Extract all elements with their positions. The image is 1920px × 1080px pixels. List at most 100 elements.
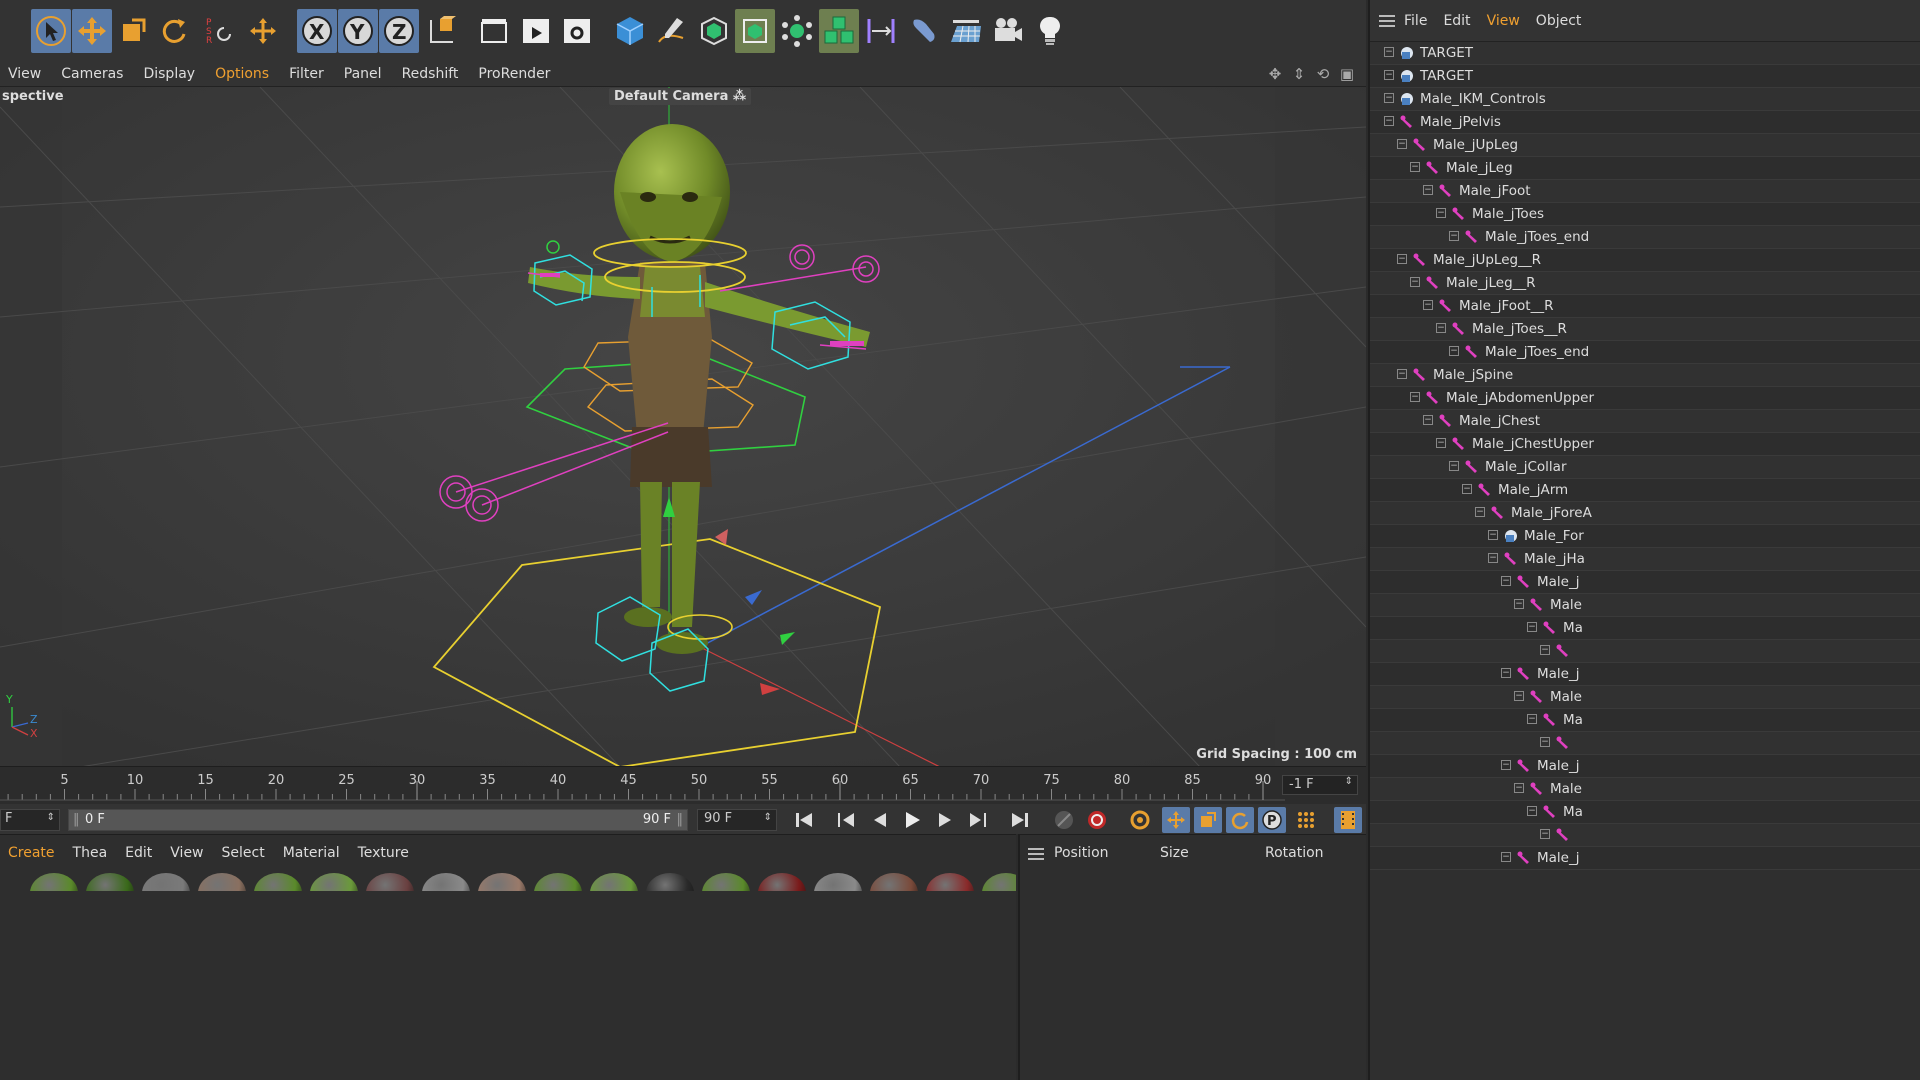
key-rotation-icon[interactable]: [1226, 807, 1254, 833]
expand-toggle-icon[interactable]: −: [1384, 93, 1394, 103]
psr-tool-icon[interactable]: PSR: [199, 9, 239, 53]
mm-menu-material[interactable]: Material: [283, 845, 340, 861]
deformer-icon[interactable]: [777, 9, 817, 53]
view-name-label[interactable]: spective: [2, 89, 64, 104]
expand-toggle-icon[interactable]: −: [1449, 461, 1459, 471]
material-swatch[interactable]: [254, 873, 302, 891]
zoom-view-icon[interactable]: ⇕: [1290, 65, 1308, 83]
next-key-icon[interactable]: [964, 807, 992, 833]
end-frame-field[interactable]: 90 F ⇕: [697, 809, 777, 831]
viewport-menu-view[interactable]: View: [8, 66, 53, 82]
record-disabled-icon[interactable]: [1050, 807, 1078, 833]
tree-row[interactable]: − Male_For: [1370, 525, 1920, 548]
go-to-end-icon[interactable]: [1006, 807, 1034, 833]
expand-toggle-icon[interactable]: −: [1540, 645, 1550, 655]
tree-row[interactable]: − Male_jArm: [1370, 479, 1920, 502]
timeline-ruler[interactable]: 5 10 15 20 25 30 35 40 45 50 55 60 65 70 75 80 85 90 -1 F…: [0, 766, 1366, 804]
mm-menu-thea[interactable]: Thea: [73, 845, 108, 861]
field-icon[interactable]: [861, 9, 901, 53]
coordinate-system-icon[interactable]: [422, 9, 462, 53]
expand-toggle-icon[interactable]: −: [1488, 530, 1498, 540]
tree-row[interactable]: − Male_jToes_end: [1370, 341, 1920, 364]
3d-viewport[interactable]: Y Z X spective Default Camera ⁂ Grid Spa…: [0, 86, 1366, 766]
tree-row[interactable]: − Male_jPelvis: [1370, 111, 1920, 134]
tree-row[interactable]: − Male_jHa: [1370, 548, 1920, 571]
hamburger-menu-icon[interactable]: [1028, 848, 1052, 860]
mm-menu-edit[interactable]: Edit: [125, 845, 152, 861]
tree-row[interactable]: − Male_jCollar: [1370, 456, 1920, 479]
camera-label[interactable]: Default Camera ⁂: [609, 88, 752, 105]
material-swatch[interactable]: [590, 873, 638, 891]
om-menu-view[interactable]: View: [1487, 13, 1520, 29]
expand-toggle-icon[interactable]: −: [1462, 484, 1472, 494]
tree-row[interactable]: − TARGET: [1370, 42, 1920, 65]
timeline-window-icon[interactable]: [1334, 807, 1362, 833]
key-pla-icon[interactable]: [1292, 807, 1320, 833]
x-axis-lock-icon[interactable]: X: [297, 9, 337, 53]
expand-toggle-icon[interactable]: −: [1527, 714, 1537, 724]
rotate-tool-icon[interactable]: [154, 9, 194, 53]
tree-row[interactable]: − Male: [1370, 594, 1920, 617]
expand-toggle-icon[interactable]: −: [1514, 599, 1524, 609]
tree-row[interactable]: − Male_j: [1370, 755, 1920, 778]
viewport-menu-options[interactable]: Options: [215, 66, 281, 82]
tree-row[interactable]: − Male_jUpLeg: [1370, 134, 1920, 157]
tree-row[interactable]: − Male_jSpine: [1370, 364, 1920, 387]
mm-menu-create[interactable]: Create: [8, 845, 55, 861]
y-axis-lock-icon[interactable]: Y: [338, 9, 378, 53]
orbit-view-icon[interactable]: ⟲: [1314, 65, 1332, 83]
expand-toggle-icon[interactable]: −: [1410, 277, 1420, 287]
end-stepper-icon[interactable]: ⇕: [764, 812, 772, 823]
expand-toggle-icon[interactable]: −: [1436, 323, 1446, 333]
tree-row[interactable]: − Male_jToes: [1370, 203, 1920, 226]
tree-row[interactable]: − Male_jLeg__R: [1370, 272, 1920, 295]
tree-row[interactable]: − Male_jLeg: [1370, 157, 1920, 180]
expand-toggle-icon[interactable]: −: [1488, 553, 1498, 563]
tree-row[interactable]: − Ma: [1370, 709, 1920, 732]
start-frame-field[interactable]: F ⇕: [0, 809, 60, 831]
tree-row[interactable]: −: [1370, 640, 1920, 663]
viewport-menu-panel[interactable]: Panel: [344, 66, 394, 82]
transform-tool-icon[interactable]: [243, 9, 283, 53]
expand-toggle-icon[interactable]: −: [1501, 760, 1511, 770]
tree-row[interactable]: − Male_jAbdomenUpper: [1370, 387, 1920, 410]
previous-key-icon[interactable]: [832, 807, 860, 833]
material-swatch[interactable]: [198, 873, 246, 891]
tree-row[interactable]: − Male_jUpLeg__R: [1370, 249, 1920, 272]
expand-toggle-icon[interactable]: −: [1397, 254, 1407, 264]
expand-toggle-icon[interactable]: −: [1384, 47, 1394, 57]
deformer-bend-icon[interactable]: [903, 9, 943, 53]
material-swatch[interactable]: [702, 873, 750, 891]
frame-stepper-icon[interactable]: ⇕: [1345, 776, 1353, 787]
key-scale-icon[interactable]: [1194, 807, 1222, 833]
viewport-menu-cameras[interactable]: Cameras: [61, 66, 135, 82]
expand-toggle-icon[interactable]: −: [1540, 829, 1550, 839]
material-swatch[interactable]: [366, 873, 414, 891]
mm-menu-texture[interactable]: Texture: [358, 845, 409, 861]
tree-row[interactable]: − Male_jChest: [1370, 410, 1920, 433]
material-swatch[interactable]: [870, 873, 918, 891]
expand-toggle-icon[interactable]: −: [1514, 691, 1524, 701]
tree-row[interactable]: − Male_IKM_Controls: [1370, 88, 1920, 111]
cloner-icon[interactable]: [819, 9, 859, 53]
material-swatch[interactable]: [422, 873, 470, 891]
current-frame-field[interactable]: -1 F ⇕: [1282, 775, 1358, 795]
select-tool-icon[interactable]: [31, 9, 71, 53]
expand-toggle-icon[interactable]: −: [1527, 806, 1537, 816]
expand-toggle-icon[interactable]: −: [1436, 438, 1446, 448]
expand-toggle-icon[interactable]: −: [1423, 185, 1433, 195]
expand-toggle-icon[interactable]: −: [1384, 116, 1394, 126]
move-tool-icon[interactable]: [72, 9, 112, 53]
material-swatch[interactable]: [926, 873, 974, 891]
tree-row[interactable]: − TARGET: [1370, 65, 1920, 88]
expand-toggle-icon[interactable]: −: [1540, 737, 1550, 747]
viewport-menu-redshift[interactable]: Redshift: [402, 66, 471, 82]
tree-row[interactable]: − Male_j: [1370, 571, 1920, 594]
tree-row[interactable]: − Male: [1370, 778, 1920, 801]
mm-menu-select[interactable]: Select: [222, 845, 265, 861]
expand-toggle-icon[interactable]: −: [1397, 369, 1407, 379]
expand-toggle-icon[interactable]: −: [1384, 70, 1394, 80]
toggle-view-icon[interactable]: ▣: [1338, 65, 1356, 83]
tree-row[interactable]: − Male_jToes_end: [1370, 226, 1920, 249]
tree-row[interactable]: − Male_jFoot: [1370, 180, 1920, 203]
